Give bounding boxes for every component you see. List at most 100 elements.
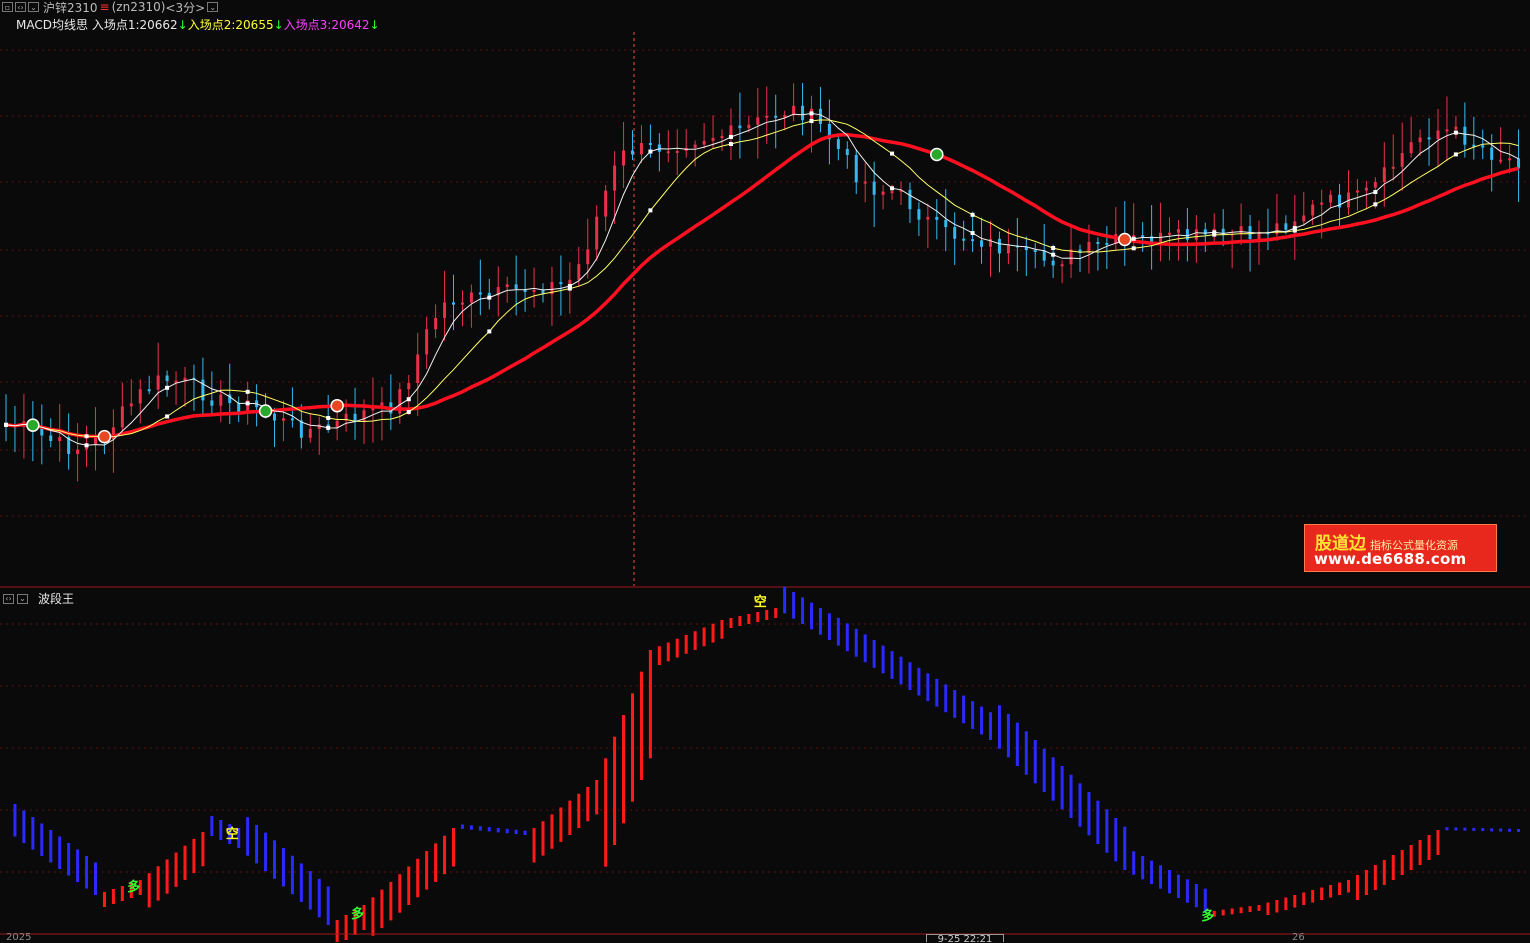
ma-marker	[890, 186, 895, 191]
wave-bar-down	[1015, 722, 1019, 766]
candle-body	[935, 216, 939, 220]
candle-body	[1033, 250, 1037, 253]
wave-bar-up	[747, 614, 751, 624]
wave-bar-up	[774, 608, 778, 618]
ma-marker	[567, 286, 572, 291]
entry-point-1: 入场点1:20662	[91, 18, 178, 32]
ma-marker	[809, 111, 814, 116]
symbol-name: 沪锌2310	[43, 0, 98, 15]
candle-body	[1499, 159, 1503, 162]
wave-bar-down	[1481, 828, 1485, 832]
period-selector[interactable]: <3分>	[165, 0, 205, 16]
candle-body	[49, 435, 53, 442]
candle-body	[94, 437, 97, 445]
wave-bar-up	[657, 646, 661, 665]
titlebar: ▫ ‹› ⌄ 沪锌2310 ≡ (zn2310) <3分> ⌄	[0, 0, 219, 16]
candle-body	[1400, 153, 1404, 167]
candle-body	[774, 115, 778, 118]
candle-body	[416, 354, 420, 383]
wave-bar-down	[836, 617, 840, 646]
candle-body	[469, 292, 473, 303]
wave-bar-up	[407, 866, 411, 905]
wave-bar-up	[684, 635, 688, 654]
wave-bar-down	[801, 597, 805, 624]
chevron-down-icon[interactable]: ⌄	[17, 593, 28, 604]
candle-body	[854, 154, 858, 183]
wave-bar-down	[49, 830, 53, 863]
candle-body	[514, 284, 518, 289]
candle-body	[702, 140, 706, 145]
indicator-legend: MACD均线思 入场点1:20662↓入场点2:20655↓入场点3:20642…	[16, 16, 380, 33]
wave-bar-up	[765, 610, 769, 620]
menu-square-icon[interactable]: ▫	[2, 2, 13, 12]
candle-body	[738, 125, 742, 129]
candle-body	[890, 191, 894, 194]
wave-bar-down	[899, 656, 903, 685]
candle-body	[783, 115, 787, 118]
candle-body	[452, 302, 455, 305]
wave-bar-down	[299, 863, 303, 902]
wave-bar-up	[577, 793, 581, 829]
wave-bar-up	[1230, 908, 1234, 915]
wave-bar-down	[478, 826, 482, 831]
wave-bar-down	[908, 662, 912, 690]
candle-body	[290, 418, 294, 421]
ma-marker	[165, 414, 170, 419]
wave-bar-down	[1499, 828, 1503, 832]
wave-bar-down	[890, 651, 894, 679]
wave-signal-labels: 多 空多 空多	[127, 594, 1214, 924]
wave-bar-up	[711, 623, 715, 643]
wave-bar-up	[1418, 840, 1422, 865]
candle-body	[353, 413, 357, 422]
wave-bar-up	[1364, 870, 1368, 895]
candle-body	[425, 329, 429, 355]
indicator-name[interactable]: MACD均线思	[16, 18, 88, 32]
wave-bar-down	[1159, 865, 1163, 889]
wave-bar-down	[1042, 748, 1046, 792]
candle-body	[631, 150, 634, 155]
switch-arrows-icon[interactable]: ‹›	[3, 593, 14, 604]
wave-bar-up	[756, 612, 760, 622]
wave-bar-down	[1150, 860, 1154, 884]
chevron-down-icon[interactable]: ⌄	[28, 2, 39, 12]
wave-bar-down	[1051, 757, 1055, 801]
wave-bar-down	[1517, 829, 1521, 832]
wave-bar-down	[953, 690, 957, 718]
wave-bar-down	[40, 823, 44, 856]
wave-bar-down	[460, 824, 464, 829]
candle-body	[76, 449, 80, 454]
wave-bar-down	[210, 816, 214, 836]
wave-bar-down	[31, 817, 35, 850]
wave-bar-down	[1114, 818, 1118, 862]
ma-marker	[487, 295, 492, 300]
candle-body	[147, 389, 151, 392]
period-dropdown-icon[interactable]: ⌄	[207, 2, 219, 12]
candle-body	[1176, 229, 1180, 233]
sub-panel-title[interactable]: 波段王	[38, 590, 74, 607]
candle-body	[156, 375, 160, 390]
candle-body	[1168, 232, 1171, 235]
candle-body	[613, 165, 617, 191]
down-arrow-icon: ↓	[273, 18, 284, 32]
candle-body	[281, 418, 285, 421]
grid-lines	[0, 49, 1530, 873]
wave-bar-up	[675, 638, 679, 658]
candle-body	[1329, 194, 1333, 203]
candle-body	[1060, 264, 1064, 267]
switch-arrows-icon[interactable]: ‹›	[15, 2, 26, 12]
axis-cursor-time: 9-25 22:21	[926, 934, 1004, 942]
wave-bar-down	[1454, 827, 1458, 831]
wave-bar-up	[666, 642, 670, 662]
ma-marker	[4, 422, 8, 427]
wave-bar-up	[201, 832, 205, 867]
wave-bar-down	[317, 878, 321, 918]
wave-bar-up	[1347, 880, 1350, 893]
candle-body	[765, 115, 769, 118]
ma-marker	[1131, 236, 1136, 241]
ma-marker	[1373, 202, 1378, 207]
candle-body	[989, 238, 992, 247]
wave-bar-up	[425, 851, 429, 890]
wave-bar-down	[1123, 826, 1127, 870]
wave-bar-down	[308, 871, 312, 910]
wave-bar-up	[1320, 887, 1324, 900]
